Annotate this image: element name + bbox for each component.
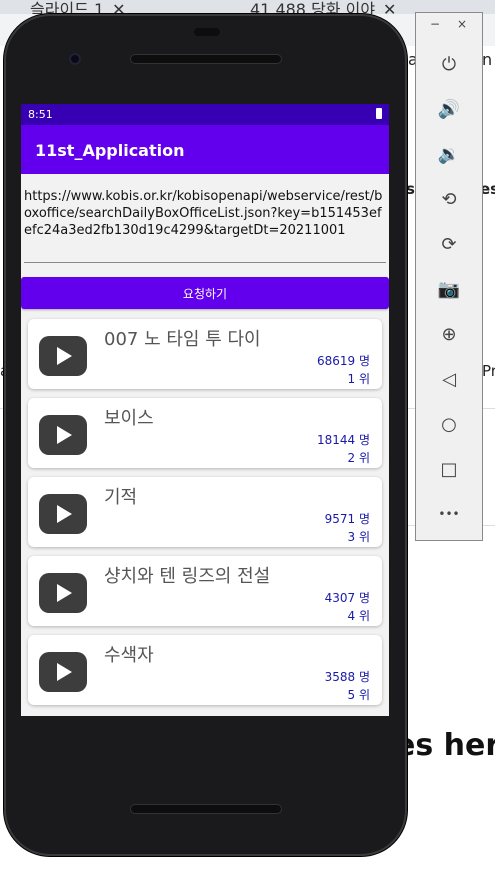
list-item[interactable]: 샹치와 텐 링즈의 전설 4307 명 4 위 bbox=[28, 556, 382, 626]
movie-title: 수색자 bbox=[104, 645, 154, 666]
play-icon[interactable] bbox=[39, 573, 87, 613]
background-heading: es her bbox=[395, 728, 495, 763]
phone-screen: 8:51 11st_Application https://www.kobis.… bbox=[21, 104, 389, 716]
volume-up-icon[interactable]: 🔊 bbox=[433, 93, 465, 125]
audience-count: 4307 명 bbox=[324, 591, 370, 605]
close-icon[interactable]: × bbox=[457, 17, 467, 31]
status-time: 8:51 bbox=[28, 108, 53, 121]
play-icon[interactable] bbox=[39, 652, 87, 692]
movie-rank: 3 위 bbox=[347, 530, 371, 544]
phone-speaker-bottom bbox=[130, 804, 282, 814]
list-item[interactable]: 007 노 타임 투 다이 68619 명 1 위 bbox=[28, 319, 382, 389]
zoom-icon[interactable]: ⊕ bbox=[433, 318, 465, 350]
audience-count: 9571 명 bbox=[324, 512, 370, 526]
movie-rank: 2 위 bbox=[347, 451, 371, 465]
list-item[interactable]: 보이스 18144 명 2 위 bbox=[28, 398, 382, 468]
play-icon[interactable] bbox=[39, 336, 87, 376]
audience-count: 68619 명 bbox=[316, 354, 370, 368]
more-icon[interactable]: ••• bbox=[433, 498, 465, 530]
request-button[interactable]: 요청하기 bbox=[21, 277, 389, 309]
background-text: Pre bbox=[482, 362, 495, 380]
emulator-window-controls: − × bbox=[416, 17, 482, 33]
phone-notch bbox=[194, 28, 220, 36]
rotate-right-icon[interactable]: ⟳ bbox=[433, 228, 465, 260]
phone-frame: 8:51 11st_Application https://www.kobis.… bbox=[4, 14, 407, 856]
back-icon[interactable]: ◁ bbox=[433, 363, 465, 395]
background-text: n bbox=[482, 50, 493, 69]
power-icon[interactable]: ⏻ bbox=[433, 48, 465, 80]
rotate-left-icon[interactable]: ⟲ bbox=[433, 183, 465, 215]
background-text: s bbox=[406, 180, 415, 198]
browser-tab[interactable]: 41,488 당화 이야 ✕ bbox=[250, 0, 396, 19]
movie-title: 007 노 타임 투 다이 bbox=[104, 329, 261, 350]
volume-down-icon[interactable]: 🔉 bbox=[433, 138, 465, 170]
list-item[interactable]: 수색자 3588 명 5 위 bbox=[28, 635, 382, 705]
overview-icon[interactable]: □ bbox=[433, 453, 465, 485]
browser-tab[interactable]: 슬라이드 1 ✕ bbox=[30, 0, 126, 19]
movie-rank: 5 위 bbox=[347, 688, 371, 702]
movie-rank: 4 위 bbox=[347, 609, 371, 623]
app-title: 11st_Application bbox=[35, 141, 185, 160]
audience-count: 18144 명 bbox=[316, 433, 370, 447]
movie-title: 기적 bbox=[104, 487, 138, 508]
list-item[interactable]: 기적 9571 명 3 위 bbox=[28, 477, 382, 547]
audience-count: 3588 명 bbox=[324, 670, 370, 684]
minimize-icon[interactable]: − bbox=[430, 17, 440, 31]
camera-icon[interactable]: 📷 bbox=[433, 273, 465, 305]
home-icon[interactable]: ○ bbox=[433, 408, 465, 440]
play-icon[interactable] bbox=[39, 415, 87, 455]
phone-speaker bbox=[130, 54, 282, 64]
front-camera bbox=[69, 53, 81, 65]
emulator-toolbar: − × ⏻ 🔊 🔉 ⟲ ⟳ 📷 ⊕ ◁ ○ □ ••• bbox=[415, 12, 483, 541]
play-icon[interactable] bbox=[39, 494, 87, 534]
url-input[interactable]: https://www.kobis.or.kr/kobisopenapi/web… bbox=[24, 188, 386, 263]
app-bar: 11st_Application bbox=[21, 125, 389, 174]
movie-title: 샹치와 텐 링즈의 전설 bbox=[104, 566, 271, 587]
movie-title: 보이스 bbox=[104, 408, 154, 429]
status-bar: 8:51 bbox=[21, 104, 389, 125]
movie-rank: 1 위 bbox=[347, 372, 371, 386]
battery-icon bbox=[376, 108, 382, 119]
